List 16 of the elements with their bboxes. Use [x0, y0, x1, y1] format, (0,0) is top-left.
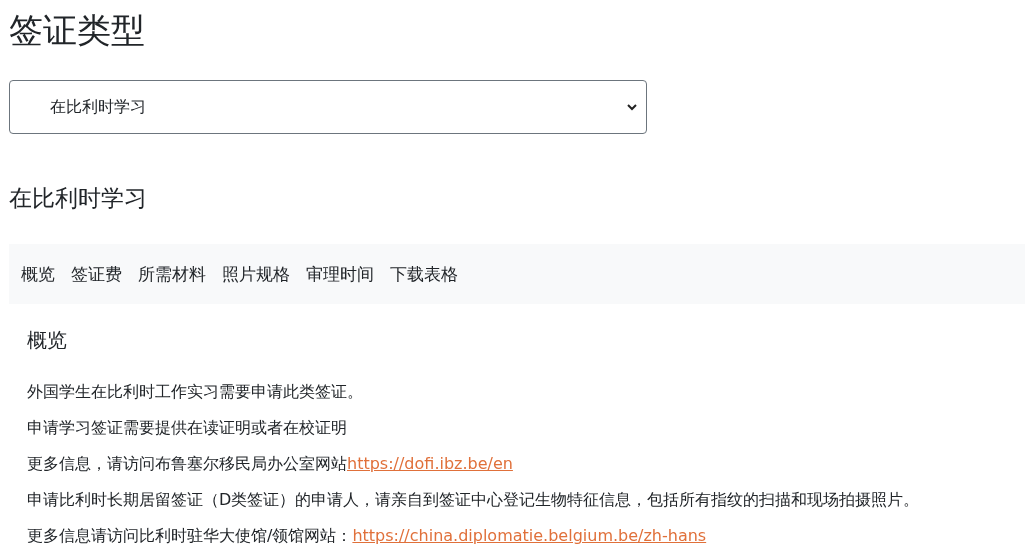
paragraph: 更多信息请访问比利时驻华大使馆/领馆网站：https://china.diplomatie.belgium.be/zh-hans — [27, 525, 708, 547]
paragraph: 更多信息，请访问布鲁塞尔移民局办公室网站https://dofi.ibz.be/en — [27, 453, 514, 475]
tab[interactable]: 照片规格 — [214, 262, 298, 286]
visa-type-select[interactable]: 在比利时学习 — [9, 80, 647, 134]
page-title: 签证类型 — [9, 9, 146, 52]
tab[interactable]: 签证费 — [63, 262, 130, 286]
paragraph: 外国学生在比利时工作实习需要申请此类签证。 — [27, 381, 364, 403]
paragraph: 申请比利时长期居留签证（D类签证）的申请人，请亲自到签证中心登记生物特征信息，包括所有指纹的扫描和现场拍摄照片。 — [27, 489, 921, 511]
section-title: 在比利时学习 — [9, 184, 148, 213]
panel-heading: 概览 — [27, 327, 68, 354]
tab[interactable]: 下载表格 — [382, 262, 466, 286]
chevron-down-icon — [626, 101, 638, 113]
tab[interactable]: 审理时间 — [298, 262, 382, 286]
tab[interactable]: 概览 — [13, 262, 63, 286]
paragraph: 申请学习签证需要提供在读证明或者在校证明 — [27, 417, 348, 439]
tab[interactable]: 所需材料 — [130, 262, 214, 286]
